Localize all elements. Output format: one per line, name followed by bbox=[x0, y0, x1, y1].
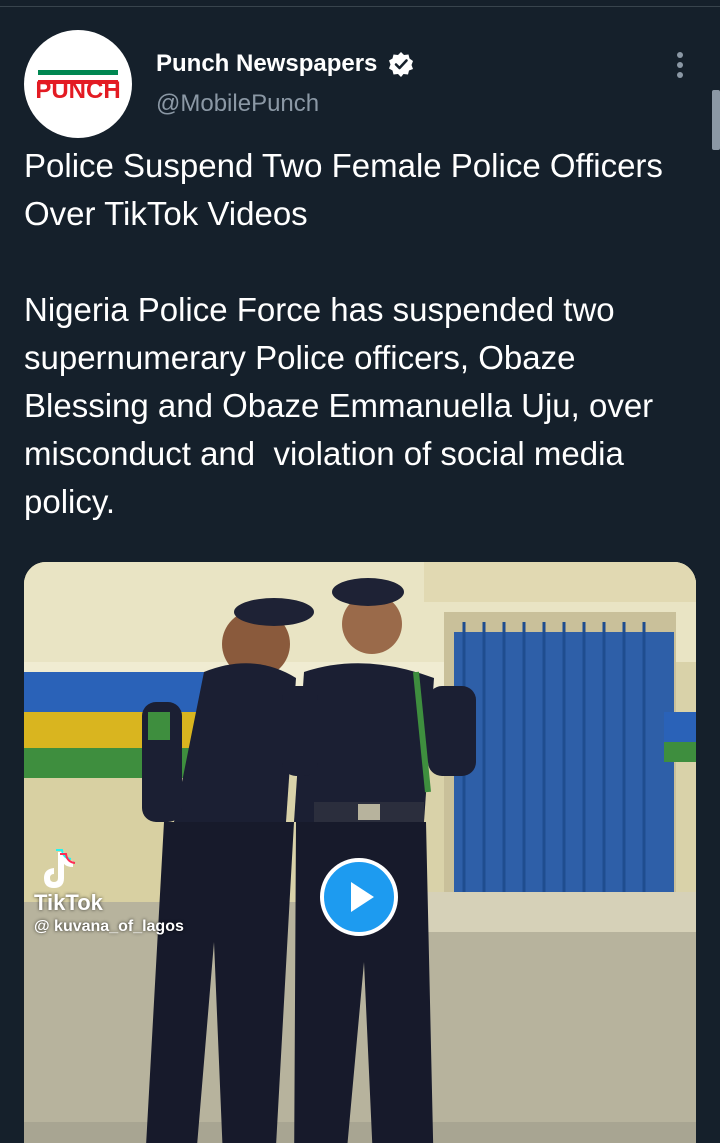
scrollbar[interactable] bbox=[712, 90, 720, 150]
avatar-logo-text: PUNCH bbox=[35, 77, 120, 104]
video-thumbnail[interactable]: TikTok @ kuvana_of_lagos bbox=[24, 562, 696, 1143]
tweet-page: PUNCH Punch Newspapers @MobilePunch Poli… bbox=[0, 0, 720, 1143]
play-icon bbox=[351, 882, 374, 912]
author-handle[interactable]: @MobilePunch bbox=[156, 90, 414, 118]
tiktok-brand-text: TikTok bbox=[34, 890, 103, 915]
author-block: Punch Newspapers @MobilePunch bbox=[156, 50, 414, 118]
divider bbox=[0, 6, 720, 7]
play-button[interactable] bbox=[320, 858, 398, 936]
tiktok-watermark: TikTok @ kuvana_of_lagos bbox=[34, 848, 234, 948]
verified-badge-icon bbox=[388, 51, 414, 77]
avatar[interactable]: PUNCH bbox=[24, 30, 132, 138]
tiktok-username: @ kuvana_of_lagos bbox=[34, 918, 184, 935]
tweet-text: Police Suspend Two Female Police Officer… bbox=[24, 147, 663, 520]
tweet-header: PUNCH Punch Newspapers @MobilePunch bbox=[24, 30, 696, 140]
tiktok-logo-icon bbox=[44, 849, 76, 888]
more-options-icon[interactable] bbox=[674, 52, 686, 80]
author-name[interactable]: Punch Newspapers bbox=[156, 50, 377, 78]
